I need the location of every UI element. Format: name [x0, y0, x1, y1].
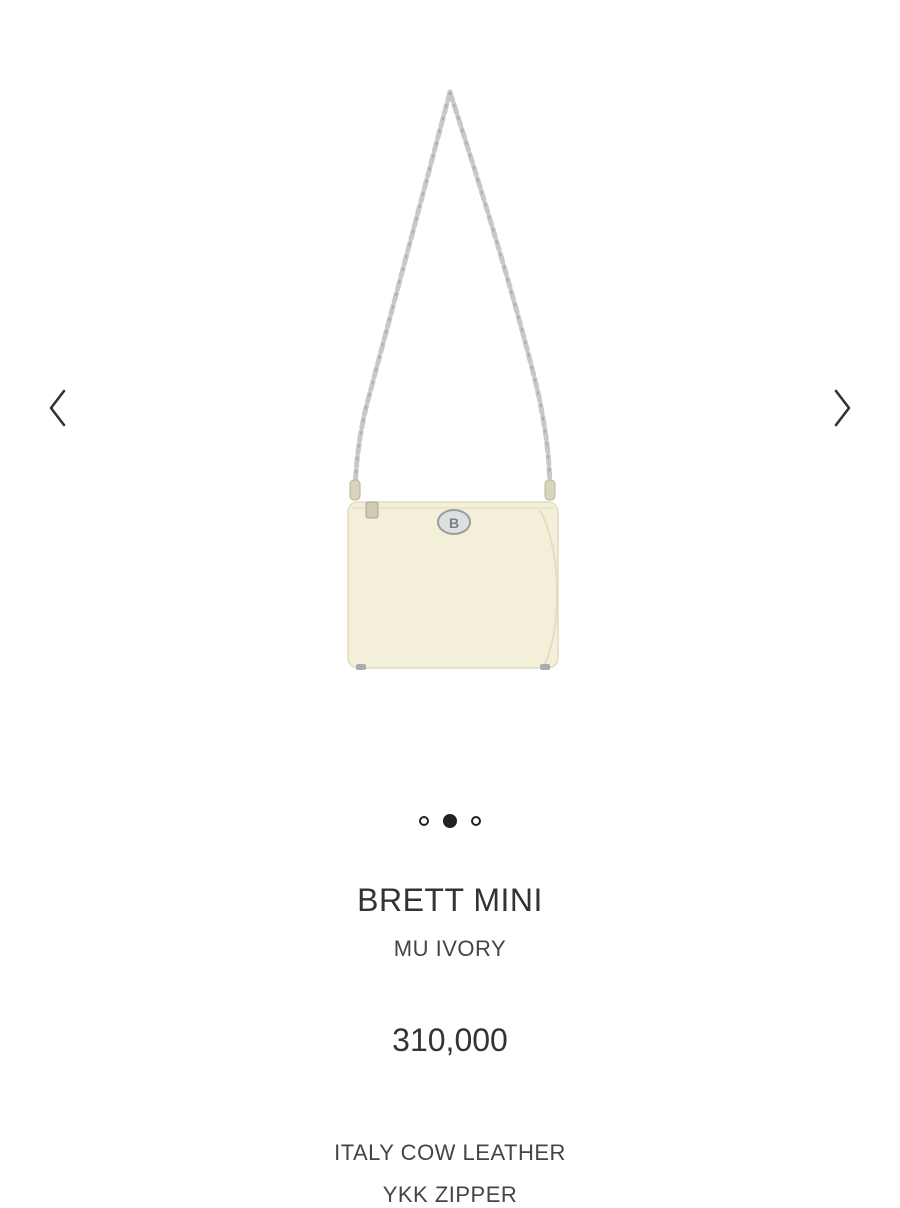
chain-strap — [352, 89, 553, 495]
product-spec-zipper: YKK ZIPPER — [382, 1182, 518, 1207]
chevron-right-icon — [834, 389, 851, 427]
chevron-left-icon — [49, 389, 66, 427]
product-name: BRETT MINI — [357, 882, 543, 918]
product-image: B — [347, 89, 559, 670]
product-color-name: MU IVORY — [393, 936, 507, 961]
next-slide-button[interactable] — [822, 385, 862, 431]
product-price: 310,000 — [392, 1022, 508, 1058]
svg-text:B: B — [449, 515, 459, 531]
previous-slide-button[interactable] — [38, 385, 78, 431]
product-gallery: B — [0, 0, 900, 800]
slide-dot-3[interactable] — [471, 816, 481, 826]
slide-indicator — [0, 814, 900, 828]
slide-dot-2[interactable] — [443, 814, 457, 828]
product-spec-material: ITALY COW LEATHER — [334, 1140, 566, 1165]
slide-dot-1[interactable] — [419, 816, 429, 826]
bag-body: B — [347, 501, 559, 670]
